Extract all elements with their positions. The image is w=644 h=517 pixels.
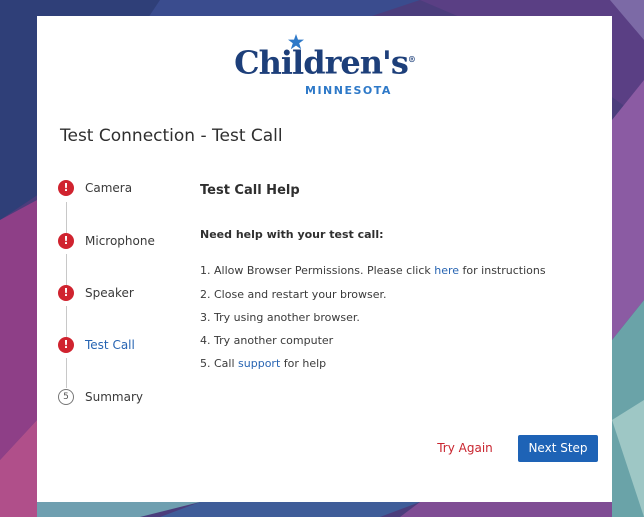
error-icon: ! — [58, 233, 74, 249]
step-connector — [66, 358, 67, 388]
step-number-icon: 5 — [58, 389, 74, 405]
step-connector — [66, 254, 67, 288]
error-icon: ! — [58, 337, 74, 353]
step-label: Summary — [85, 390, 143, 404]
help-item: 3. Try using another browser. — [200, 311, 360, 324]
test-connection-dialog: Children's® MINNESOTA Test Connection - … — [37, 16, 612, 502]
help-item-text: for help — [280, 357, 327, 370]
page-title: Test Connection - Test Call — [60, 126, 283, 146]
step-label: Test Call — [85, 338, 135, 352]
help-item: 5. Call support for help — [200, 357, 326, 370]
try-again-button[interactable]: Try Again — [430, 436, 500, 460]
help-item-text: 1. Allow Browser Permissions. Please cli… — [200, 264, 435, 277]
support-link[interactable]: support — [238, 357, 280, 370]
help-item: 2. Close and restart your browser. — [200, 288, 387, 301]
star-icon — [288, 34, 305, 50]
help-item-text: 3. Try using another browser. — [200, 311, 360, 324]
instructions-link[interactable]: here — [434, 264, 459, 277]
step-connector — [66, 202, 67, 236]
help-item: 1. Allow Browser Permissions. Please cli… — [200, 264, 546, 277]
childrens-minnesota-logo: Children's® MINNESOTA — [37, 34, 612, 106]
help-item-text: 4. Try another computer — [200, 334, 334, 347]
help-item-text: 2. Close and restart your browser. — [200, 288, 387, 301]
help-question: Need help with your test call: — [200, 228, 384, 241]
step-connector — [66, 306, 67, 340]
error-icon: ! — [58, 180, 74, 196]
step-label: Camera — [85, 181, 133, 195]
help-item-text: 5. Call — [200, 357, 239, 370]
help-item-text: for instructions — [459, 264, 546, 277]
registered-mark: ® — [407, 54, 416, 64]
help-title: Test Call Help — [200, 183, 300, 198]
brand-name: Children's — [234, 43, 409, 82]
step-label: Speaker — [85, 286, 134, 300]
error-icon: ! — [58, 285, 74, 301]
next-step-button[interactable]: Next Step — [518, 435, 598, 462]
brand-subtitle: MINNESOTA — [305, 84, 392, 97]
help-item: 4. Try another computer — [200, 334, 333, 347]
step-label: Microphone — [85, 234, 155, 248]
